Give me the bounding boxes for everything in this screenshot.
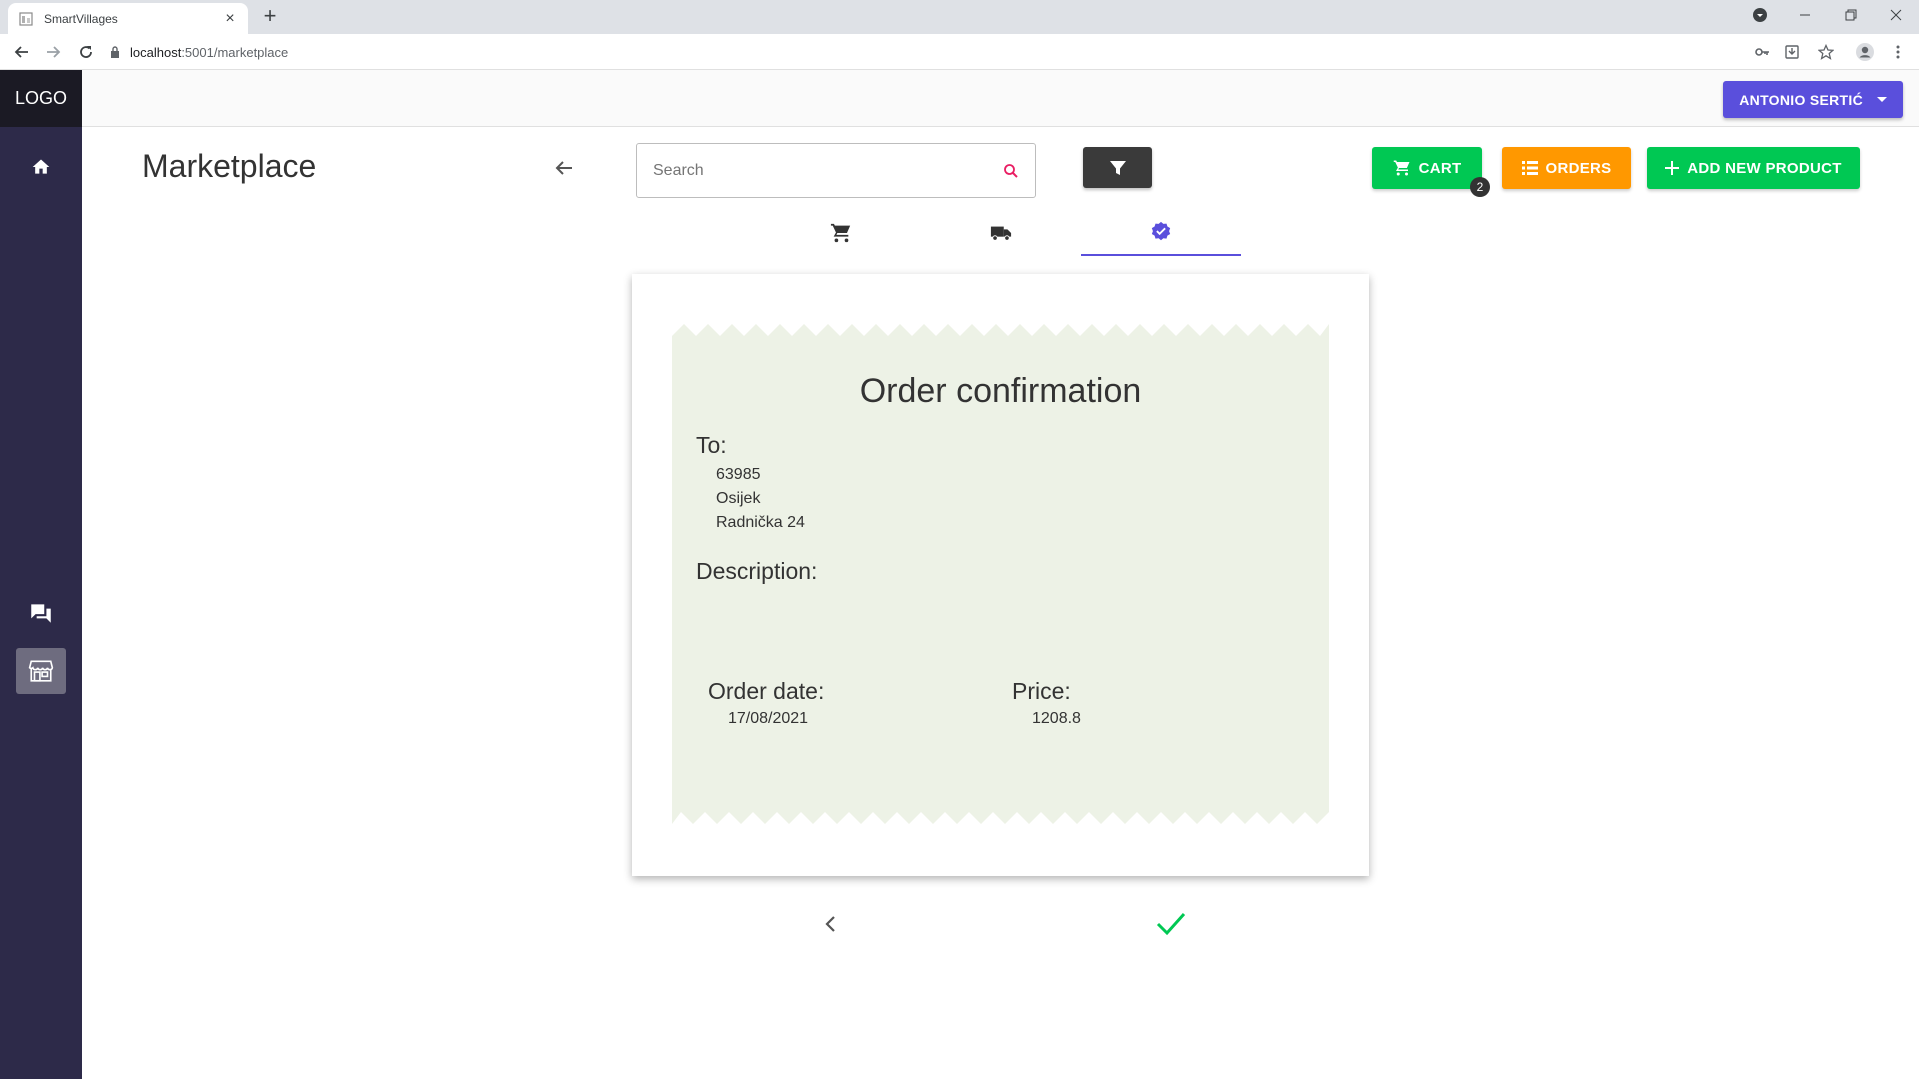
price-value: 1208.8 <box>1032 710 1081 727</box>
filter-icon <box>1109 159 1127 177</box>
receipt: Order confirmation To: 63985 Osijek Radn… <box>672 324 1329 824</box>
sidebar-item-forum[interactable] <box>16 590 66 636</box>
tab-close-icon[interactable]: × <box>222 10 238 27</box>
tab-delivery-step[interactable] <box>921 210 1081 256</box>
receipt-title: Order confirmation <box>859 372 1142 410</box>
plus-icon <box>1665 161 1680 175</box>
list-icon <box>1521 161 1538 175</box>
restore-icon[interactable] <box>1828 0 1874 30</box>
search-icon[interactable] <box>1003 163 1019 179</box>
tab-confirmation-step[interactable] <box>1081 210 1241 256</box>
lock-icon <box>110 46 120 58</box>
account-icon[interactable] <box>1855 42 1875 62</box>
filter-button[interactable] <box>1083 147 1152 188</box>
add-product-label: ADD NEW PRODUCT <box>1687 159 1842 177</box>
profile-menu-icon[interactable] <box>1737 0 1783 30</box>
store-icon <box>28 658 54 684</box>
check-icon <box>1156 911 1186 937</box>
chevron-down-icon <box>1877 97 1887 102</box>
browser-toolbar: localhost:5001/marketplace <box>0 34 1919 70</box>
sidebar: LOGO <box>0 70 82 1079</box>
user-menu-button[interactable]: ANTONIO SERTIĆ <box>1723 81 1903 118</box>
address-postcode: 63985 <box>716 466 761 483</box>
app-topbar: ANTONIO SERTIĆ <box>82 70 1919 127</box>
minimize-icon[interactable] <box>1782 0 1828 30</box>
sidebar-item-home[interactable] <box>16 144 66 190</box>
key-icon[interactable] <box>1752 42 1772 62</box>
orders-button[interactable]: ORDERS <box>1502 147 1631 189</box>
cart-button[interactable]: CART <box>1372 147 1482 189</box>
forward-icon[interactable] <box>41 40 65 64</box>
confirm-order-button[interactable] <box>1155 908 1187 940</box>
to-label: To: <box>696 432 727 458</box>
price-label: Price: <box>1012 678 1071 704</box>
description-label: Description: <box>696 558 818 584</box>
browser-menu-icon[interactable] <box>1888 42 1908 62</box>
reload-icon[interactable] <box>74 40 98 64</box>
address-bar[interactable]: localhost:5001/marketplace <box>110 39 1750 65</box>
forum-icon <box>28 600 54 626</box>
cart-icon <box>830 222 852 244</box>
address-street: Radnička 24 <box>716 514 805 531</box>
address-city: Osijek <box>716 490 761 507</box>
previous-step-button[interactable] <box>815 908 847 940</box>
verified-icon <box>1150 221 1172 243</box>
url-path: :5001/marketplace <box>181 44 289 60</box>
tab-title: SmartVillages <box>44 11 118 26</box>
cart-label: CART <box>1418 159 1462 177</box>
close-window-icon[interactable] <box>1873 0 1919 30</box>
page-title: Marketplace <box>142 148 317 184</box>
order-confirmation-card: Order confirmation To: 63985 Osijek Radn… <box>632 274 1369 876</box>
page-favicon-icon <box>18 11 34 27</box>
back-arrow-icon[interactable] <box>552 156 576 180</box>
add-new-product-button[interactable]: ADD NEW PRODUCT <box>1647 147 1860 189</box>
cart-button-icon <box>1393 160 1410 176</box>
back-icon[interactable] <box>10 40 34 64</box>
new-tab-icon[interactable]: + <box>258 5 282 29</box>
install-icon[interactable] <box>1782 42 1802 62</box>
browser-tab[interactable]: SmartVillages × <box>8 3 248 34</box>
home-icon <box>31 157 51 177</box>
tab-cart-step[interactable] <box>761 210 921 256</box>
order-date-label: Order date: <box>708 678 825 704</box>
browser-tabstrip: SmartVillages × + <box>0 0 1919 34</box>
truck-icon <box>989 222 1013 244</box>
url-host: localhost <box>130 44 182 60</box>
chevron-left-icon <box>821 914 841 934</box>
bookmark-star-icon[interactable] <box>1816 42 1836 62</box>
order-date-value: 17/08/2021 <box>728 710 809 727</box>
orders-label: ORDERS <box>1545 159 1612 177</box>
search-field[interactable] <box>636 143 1036 198</box>
cart-count-badge: 2 <box>1470 177 1490 197</box>
app-logo[interactable]: LOGO <box>0 70 82 127</box>
user-name: ANTONIO SERTIĆ <box>1739 91 1863 108</box>
sidebar-item-marketplace[interactable] <box>16 648 66 694</box>
search-input[interactable] <box>653 161 1003 180</box>
